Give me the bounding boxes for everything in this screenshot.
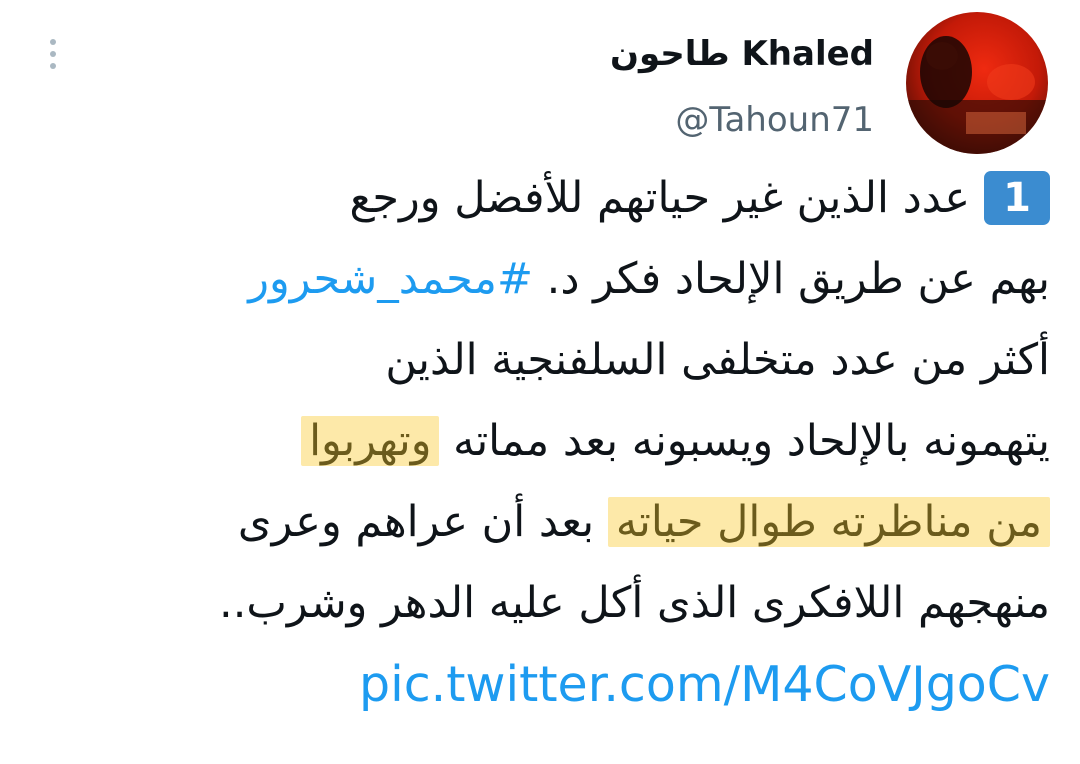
tweet-line-text: أكثر من عدد متخلفى السلفنجية الذين <box>385 335 1050 385</box>
tweet-line-text: منهجهم اللافكرى الذى أكل عليه الدهر وشرب… <box>219 578 1050 628</box>
avatar-image <box>906 12 1048 154</box>
tweet-line-text: يتهمونه بالإلحاد ويسبونه بعد مماته <box>439 416 1050 466</box>
tweet-line: منهجهم اللافكرى الذى أكل عليه الدهر وشرب… <box>90 563 1050 644</box>
keycap-number-badge: 1 <box>984 170 1050 225</box>
tweet-line-text: عدد الذين غير حياتهم للأفضل ورجع <box>349 173 970 223</box>
tweet-line: بهم عن طريق الإلحاد فكر د. #محمد_شحرور <box>90 239 1050 320</box>
tweet-line: أكثر من عدد متخلفى السلفنجية الذين <box>90 320 1050 401</box>
more-dot <box>50 63 56 69</box>
tweet-line: 1 عدد الذين غير حياتهم للأفضل ورجع <box>90 158 1050 239</box>
avatar[interactable] <box>906 12 1048 154</box>
hashtag-link[interactable]: #محمد_شحرور <box>248 254 533 304</box>
tweet-text: 1 عدد الذين غير حياتهم للأفضل ورجع بهم عن… <box>90 158 1050 725</box>
tweet-line: pic.twitter.com/M4CoVJgoCv <box>90 644 1050 725</box>
tweet-line-text: بعد أن عراهم وعرى <box>237 497 608 547</box>
more-dot <box>50 51 56 57</box>
highlighted-text: وتهربوا <box>301 416 440 466</box>
tweet-line: من مناظرته طوال حياته بعد أن عراهم وعرى <box>90 482 1050 563</box>
highlighted-text: من مناظرته طوال حياته <box>607 497 1050 547</box>
tweet-line: يتهمونه بالإلحاد ويسبونه بعد مماته وتهرب… <box>90 401 1050 482</box>
more-dot <box>50 39 56 45</box>
tweet-line-text: بهم عن طريق الإلحاد فكر د. <box>532 254 1050 304</box>
media-link[interactable]: pic.twitter.com/M4CoVJgoCv <box>359 656 1050 713</box>
tweet-author: طاحون Khaled @Tahoun71 <box>610 26 874 148</box>
more-options-icon[interactable] <box>38 34 68 74</box>
display-name[interactable]: طاحون Khaled <box>610 26 874 82</box>
user-handle[interactable]: @Tahoun71 <box>610 92 874 148</box>
